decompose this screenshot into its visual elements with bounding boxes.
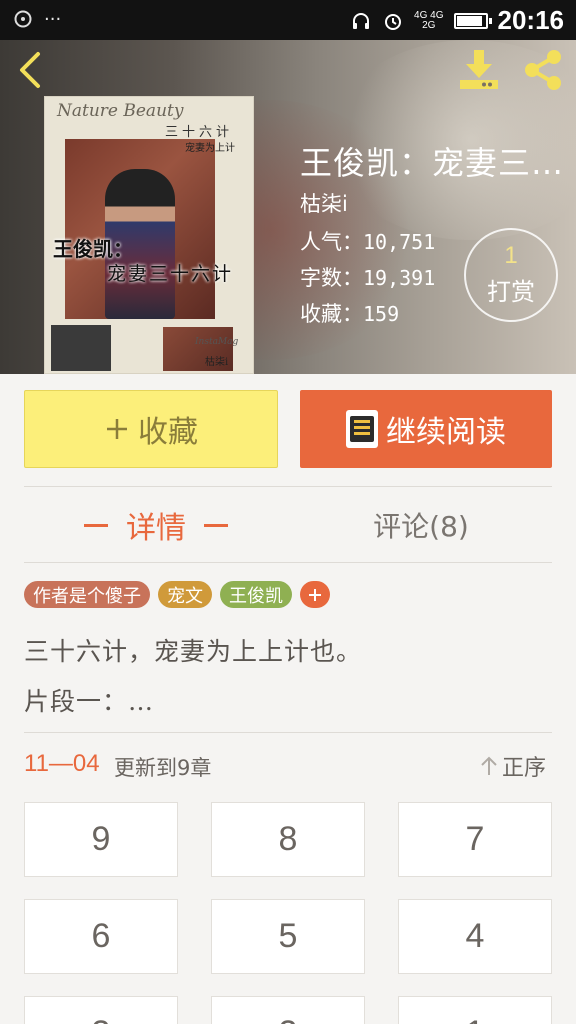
book-icon <box>346 410 378 448</box>
cover-photo <box>65 139 215 319</box>
network-bottom: 2G <box>422 19 436 31</box>
chapter-button[interactable]: 5 <box>211 899 365 974</box>
stat-label: 字数： <box>300 266 363 290</box>
download-icon <box>460 50 498 89</box>
chapter-button[interactable]: 3 <box>24 996 178 1024</box>
tag-list: 作者是个傻子 宠文 王俊凯 <box>24 581 330 608</box>
stat-value: 159 <box>363 302 400 326</box>
reward-label: 打赏 <box>487 278 535 306</box>
book-author[interactable]: 枯柒i <box>300 188 348 218</box>
plus-icon <box>309 588 321 601</box>
tag-chip[interactable]: 宠文 <box>158 581 212 608</box>
cover-insta: InstaMag <box>195 337 239 347</box>
tab-dash-left <box>84 523 108 527</box>
stat-value: 19,391 <box>363 266 436 290</box>
book-title: 王俊凯：宠妻三… <box>300 144 565 182</box>
plus-icon <box>107 419 127 439</box>
chapter-button[interactable]: 4 <box>398 899 552 974</box>
cover-title-en: Nature Beauty <box>57 101 184 121</box>
download-button[interactable] <box>456 48 502 92</box>
share-icon <box>525 50 561 90</box>
chapter-button[interactable]: 8 <box>211 802 365 877</box>
tab-detail-label: 详情 <box>126 511 186 546</box>
chapter-button[interactable]: 6 <box>24 899 178 974</box>
collect-label: 收藏 <box>138 415 198 450</box>
stat-label: 收藏： <box>300 302 363 326</box>
tab-comments-label: 评论(8) <box>373 510 469 543</box>
more-notifications-icon: ··· <box>44 8 62 30</box>
back-button[interactable] <box>14 50 50 90</box>
continue-reading-label: 继续阅读 <box>386 415 506 450</box>
stat-wordcount: 字数：19,391 <box>300 262 435 292</box>
tag-chip[interactable]: 王俊凯 <box>220 581 292 608</box>
sort-label: 正序 <box>502 756 547 781</box>
headphones-icon <box>350 10 372 32</box>
stat-favorites: 收藏：159 <box>300 298 399 328</box>
arrow-up-icon <box>481 756 497 775</box>
sort-order-button[interactable]: 正序 <box>480 750 546 782</box>
reward-count: 1 <box>504 242 518 269</box>
alarm-icon <box>382 10 404 32</box>
tag-chip[interactable]: 作者是个傻子 <box>24 581 150 608</box>
divider <box>24 562 552 563</box>
cover-signature: 枯柒i <box>205 357 229 368</box>
tab-dash-right <box>204 523 228 527</box>
add-tag-button[interactable] <box>300 581 330 608</box>
stat-popularity: 人气：10,751 <box>300 226 435 256</box>
status-bar: ··· 4G 4G 2G 20:16 <box>0 0 576 40</box>
network-indicator: 4G 4G 2G <box>414 10 443 31</box>
chapter-button[interactable]: 7 <box>398 802 552 877</box>
description-line2[interactable]: 片段一：… <box>24 682 154 718</box>
tab-detail[interactable]: 详情 <box>24 492 288 558</box>
chapter-button[interactable]: 9 <box>24 802 178 877</box>
cover-title-cn: 三十六计 <box>165 125 234 140</box>
reward-button[interactable]: 1 打赏 <box>464 228 558 322</box>
collect-button[interactable]: 收藏 <box>24 390 278 468</box>
status-left: ··· <box>12 8 61 30</box>
divider <box>24 486 552 487</box>
update-date: 11—04 <box>24 750 100 777</box>
cover-line1: 王俊凯： <box>53 237 133 261</box>
music-disc-icon <box>12 8 34 30</box>
continue-reading-button[interactable]: 继续阅读 <box>300 390 552 468</box>
update-text: 更新到9章 <box>114 756 212 780</box>
cover-photo-small-left <box>51 325 111 371</box>
cover-subtitle: 宠妻为上计 <box>185 143 235 154</box>
cover-line2: 宠妻三十六计 <box>107 263 234 285</box>
battery-icon <box>453 12 492 29</box>
status-time: 20:16 <box>497 5 565 35</box>
tab-comments[interactable]: 评论(8) <box>290 492 552 558</box>
share-button[interactable] <box>520 48 566 92</box>
stat-value: 10,751 <box>363 230 436 254</box>
status-right: 4G 4G 2G 20:16 <box>350 5 564 36</box>
chapter-button[interactable]: 1 <box>398 996 552 1024</box>
divider <box>24 732 552 733</box>
chapter-button[interactable]: 2 <box>211 996 365 1024</box>
battery-fill <box>456 15 482 26</box>
description-line1: 三十六计，宠妻为上上计也。 <box>24 637 363 666</box>
stat-label: 人气： <box>300 230 363 254</box>
chevron-left-icon <box>20 52 40 88</box>
book-cover[interactable]: Nature Beauty 三十六计 宠妻为上计 王俊凯： 宠妻三十六计 Ins… <box>44 96 254 374</box>
